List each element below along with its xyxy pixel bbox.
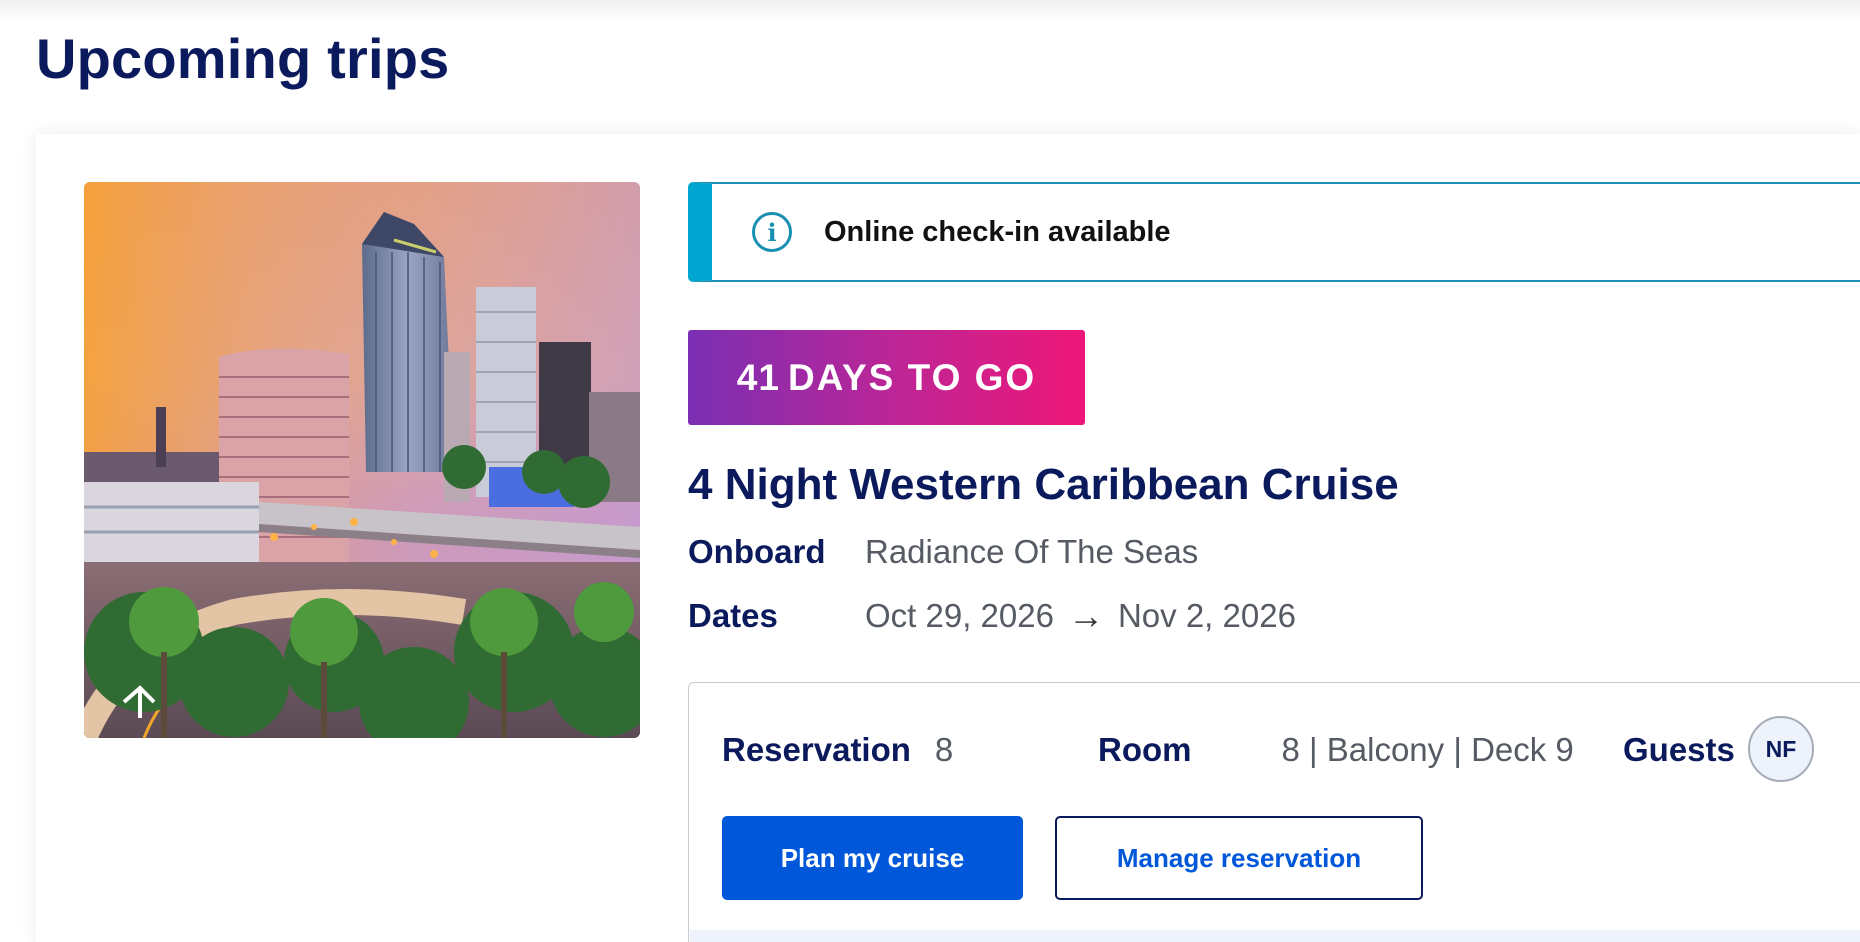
guest-avatar[interactable]: NF xyxy=(1748,716,1814,782)
onboard-row: Onboard Radiance Of The Seas xyxy=(688,530,1198,574)
reservation-label: Reservation xyxy=(722,731,911,768)
end-date: Nov 2, 2026 xyxy=(1117,597,1296,634)
reservation-number: 8 xyxy=(934,731,954,768)
days-count: 41 xyxy=(736,356,780,398)
reservation-info: Reservation 8 xyxy=(722,728,953,772)
top-bar xyxy=(0,0,1860,22)
days-to-go-badge: 41 DAYS TO GO xyxy=(688,330,1085,425)
manage-reservation-button[interactable]: Manage reservation xyxy=(1055,816,1423,900)
room-value: 8 | Balcony | Deck 9 xyxy=(1281,731,1574,768)
dates-row: Dates Oct 29, 2026 → Nov 2, 2026 xyxy=(688,594,1296,638)
trip-image[interactable] xyxy=(84,182,640,738)
trip-title[interactable]: 4 Night Western Caribbean Cruise xyxy=(688,460,1399,510)
dates-label: Dates xyxy=(688,597,778,634)
days-label: DAYS TO GO xyxy=(787,356,1037,398)
guests-info: Guests xyxy=(1623,728,1735,772)
start-date: Oct 29, 2026 xyxy=(865,597,1054,634)
room-info: Room 8 | Balcony | Deck 9 xyxy=(1098,728,1574,772)
onboard-label: Onboard xyxy=(688,533,826,570)
dates-value: Oct 29, 2026 → Nov 2, 2026 xyxy=(865,597,1296,635)
guests-label: Guests xyxy=(1623,731,1735,768)
reservation-panel-footer xyxy=(690,930,1860,942)
online-checkin-text: Online check-in available xyxy=(824,215,1171,248)
info-icon: i xyxy=(752,212,792,252)
plan-my-cruise-button[interactable]: Plan my cruise xyxy=(722,816,1023,900)
arrow-right-icon: → xyxy=(1067,595,1104,636)
ship-name: Radiance Of The Seas xyxy=(865,533,1199,570)
room-label: Room xyxy=(1098,731,1192,768)
page-title: Upcoming trips xyxy=(36,27,450,90)
online-checkin-banner: i Online check-in available xyxy=(688,182,1860,282)
reservation-panel xyxy=(688,682,1860,942)
